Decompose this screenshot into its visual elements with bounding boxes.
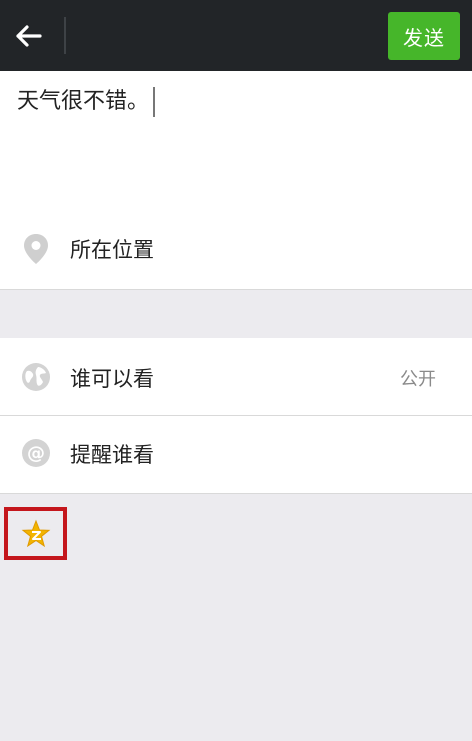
star-badge-button[interactable]: [4, 507, 67, 560]
location-row[interactable]: 所在位置: [0, 209, 472, 289]
svg-text:@: @: [27, 443, 45, 464]
compose-text: 天气很不错。: [17, 89, 150, 114]
globe-icon: [21, 362, 51, 392]
text-caret: [153, 87, 156, 117]
mention-row[interactable]: @ 提醒谁看: [0, 416, 472, 493]
visibility-label: 谁可以看: [70, 367, 154, 391]
back-button[interactable]: [10, 18, 46, 54]
settings-panel: 谁可以看 公开 @ 提醒谁看: [0, 338, 472, 493]
visibility-row[interactable]: 谁可以看 公开: [0, 338, 472, 415]
send-button[interactable]: 发送: [388, 12, 460, 60]
visibility-value: 公开: [400, 369, 436, 390]
star-badge-icon: [21, 519, 50, 547]
top-bar: 发送: [0, 0, 472, 71]
divider: [0, 289, 472, 290]
mention-label: 提醒谁看: [70, 443, 154, 467]
location-pin-icon: [21, 234, 51, 264]
topbar-divider: [64, 17, 66, 54]
compose-input[interactable]: 天气很不错。: [17, 87, 156, 117]
at-icon: @: [21, 438, 51, 468]
arrow-left-icon: [16, 25, 42, 47]
divider: [0, 493, 472, 494]
location-label: 所在位置: [70, 238, 154, 262]
